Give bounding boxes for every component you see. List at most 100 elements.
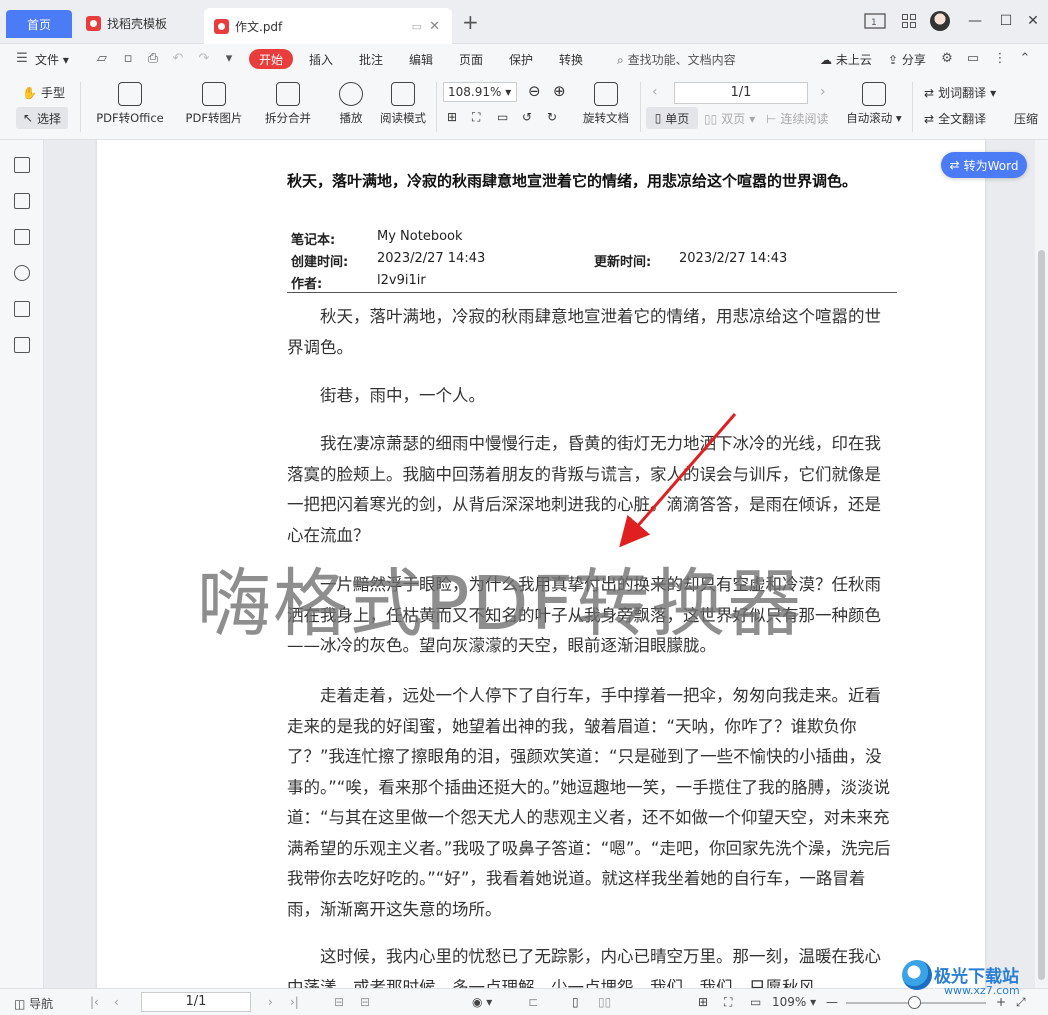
zoom-in-icon[interactable]: ⊕ xyxy=(553,82,566,100)
first-page-icon[interactable]: |‹ xyxy=(90,995,99,1009)
rotate-left-icon[interactable]: ↺ xyxy=(522,110,532,124)
last-page-icon[interactable]: ›| xyxy=(290,995,299,1009)
feature-search[interactable]: ⌕ 查找功能、文档内容 xyxy=(617,51,736,68)
tab-template[interactable]: 找稻壳模板 xyxy=(78,8,200,38)
zoom-out-icon[interactable]: ⊖ xyxy=(528,82,541,100)
page-count-icon[interactable]: 1 xyxy=(862,10,888,32)
attachment-icon[interactable] xyxy=(14,265,30,281)
menu-convert[interactable]: 转换 xyxy=(559,51,583,68)
next-page-icon[interactable]: › xyxy=(820,84,826,100)
signature-icon[interactable] xyxy=(14,301,30,317)
collapse-ribbon-icon[interactable]: ⌃ xyxy=(1018,52,1032,66)
maximize-icon[interactable]: ☐ xyxy=(993,10,1019,32)
eye-protection-icon[interactable]: ◉ ▾ xyxy=(472,995,492,1009)
convert-to-word-button[interactable]: ⇄ 转为Word xyxy=(941,152,1027,178)
toolbar-divider xyxy=(436,82,437,132)
zoom-slider-knob[interactable] xyxy=(908,996,921,1009)
word-translate-label: 划词翻译 xyxy=(938,86,987,100)
author-label: 作者: xyxy=(291,277,323,292)
word-translate-button[interactable]: ⇄ 划词翻译 ▾ xyxy=(924,84,996,101)
monitor-icon[interactable]: ▭ xyxy=(412,20,422,33)
quick-access-chevron-icon[interactable]: ▾ xyxy=(222,52,236,66)
print-icon[interactable]: ⎙ xyxy=(146,52,160,66)
fit-width-status-icon[interactable]: ▭ xyxy=(750,995,761,1009)
full-translate-button[interactable]: ⇄ 全文翻译 xyxy=(924,110,986,127)
minimize-icon[interactable]: — xyxy=(962,10,988,32)
undo-icon[interactable]: ↶ xyxy=(171,52,185,66)
next-page-status-icon[interactable]: › xyxy=(268,995,273,1009)
continuous-read-button[interactable]: ⊢ 连续阅读 xyxy=(766,110,828,127)
zoom-select[interactable]: 108.91% ▾ xyxy=(443,82,517,102)
menu-protect[interactable]: 保护 xyxy=(509,51,533,68)
play-button[interactable]: 播放 xyxy=(336,82,366,126)
close-window-icon[interactable]: ✕ xyxy=(1020,10,1046,32)
zoom-in-status-icon[interactable]: + xyxy=(996,995,1006,1009)
back-icon[interactable]: ⊟ xyxy=(334,995,344,1009)
menu-file[interactable]: 文件 ▾ xyxy=(35,51,69,68)
hand-tool-button[interactable]: ✋ 手型 xyxy=(22,84,65,101)
open-folder-icon[interactable]: ▱ xyxy=(95,52,109,66)
page-number-input[interactable]: 1/1 xyxy=(674,82,808,104)
close-tab-icon[interactable]: ✕ xyxy=(429,19,440,34)
pdf-to-office-button[interactable]: PDF转Office xyxy=(92,82,168,126)
watermark-text: 嗨格式PDF转换器 xyxy=(197,561,804,647)
split-merge-button[interactable]: 拆分合并 xyxy=(258,82,318,126)
fit-width-icon[interactable]: ▭ xyxy=(497,110,508,124)
auto-scroll-button[interactable]: 自动滚动 ▾ xyxy=(846,82,902,126)
compress-button[interactable]: 压缩 xyxy=(1014,110,1038,127)
zoom-out-status-icon[interactable]: — xyxy=(826,995,838,1009)
redo-icon[interactable]: ↷ xyxy=(197,52,211,66)
thumbnail-icon[interactable] xyxy=(14,193,30,209)
forward-icon[interactable]: ⊟ xyxy=(360,995,370,1009)
cloud-status[interactable]: ☁ 未上云 xyxy=(820,51,872,68)
single-page-button[interactable]: ▯ 单页 xyxy=(646,107,698,129)
vertical-scrollbar[interactable] xyxy=(1035,140,1048,988)
prev-page-status-icon[interactable]: ‹ xyxy=(114,995,119,1009)
grid-view-icon[interactable] xyxy=(896,10,922,32)
user-avatar[interactable] xyxy=(930,11,950,31)
author-value: l2v9i1ir xyxy=(377,273,426,288)
double-page-button[interactable]: ▯▯ 双页 ▾ xyxy=(704,110,755,127)
nav-toggle[interactable]: ◫ 导航 xyxy=(14,995,53,1012)
zoom-status[interactable]: 109% ▾ xyxy=(772,995,816,1009)
menu-insert[interactable]: 插入 xyxy=(309,51,333,68)
menu-annotate[interactable]: 批注 xyxy=(359,51,383,68)
share-button[interactable]: ⇪ 分享 xyxy=(888,51,926,68)
more-icon[interactable]: ⋮ xyxy=(993,52,1007,66)
comment-panel-icon[interactable] xyxy=(14,229,30,245)
select-tool-button[interactable]: ↖ 选择 xyxy=(16,107,68,129)
rotate-document-button[interactable]: 旋转文档 xyxy=(581,82,631,126)
fit-page-icon[interactable]: ⛶ xyxy=(472,110,480,125)
menu-edit[interactable]: 编辑 xyxy=(409,51,433,68)
single-page-status-icon[interactable]: ▯ xyxy=(572,995,579,1009)
settings-icon[interactable]: ⚙ xyxy=(940,52,954,66)
status-page-input[interactable]: 1/1 xyxy=(141,992,251,1012)
menu-page[interactable]: 页面 xyxy=(459,51,483,68)
translate-icon: ⇄ xyxy=(924,85,935,100)
zoom-value: 108.91% xyxy=(448,85,502,99)
site-logo-icon xyxy=(902,960,932,990)
bookmark-icon[interactable] xyxy=(14,157,30,173)
pdf-to-image-button[interactable]: PDF转图片 xyxy=(184,82,244,126)
auto-scroll-label: 自动滚动 xyxy=(846,111,893,125)
document-canvas[interactable]: 秋天，落叶满地，冷寂的秋雨肆意地宣泄着它的情绪，用悲凉给这个喧嚣的世界调色。 笔… xyxy=(45,140,1035,988)
fit-page-status-icon[interactable]: ⛶ xyxy=(724,995,732,1010)
new-tab-button[interactable]: + xyxy=(462,12,479,32)
scrollbar-thumb[interactable] xyxy=(1038,250,1045,980)
fullscreen-status-icon[interactable]: ⊏ xyxy=(528,995,538,1009)
save-icon[interactable]: ▫ xyxy=(121,52,135,66)
comment-icon[interactable]: ▭ xyxy=(966,52,980,66)
tab-home[interactable]: 首页 xyxy=(6,10,72,38)
menu-start[interactable]: 开始 xyxy=(249,49,293,69)
actual-size-icon[interactable]: ⊞ xyxy=(447,110,457,124)
rotate-right-icon[interactable]: ↻ xyxy=(547,110,557,124)
book-icon xyxy=(391,82,415,106)
read-mode-button[interactable]: 阅读模式 xyxy=(378,82,428,126)
expand-icon[interactable]: ⤢ xyxy=(1016,995,1026,1010)
hamburger-icon[interactable]: ☰ xyxy=(15,52,29,66)
actual-size-status-icon[interactable]: ⊞ xyxy=(698,995,708,1009)
double-page-status-icon[interactable]: ▯▯ xyxy=(598,995,611,1009)
tab-document[interactable]: 作文.pdf ▭ ✕ xyxy=(204,8,452,44)
prev-page-icon[interactable]: ‹ xyxy=(652,84,658,100)
layers-icon[interactable] xyxy=(14,337,30,353)
